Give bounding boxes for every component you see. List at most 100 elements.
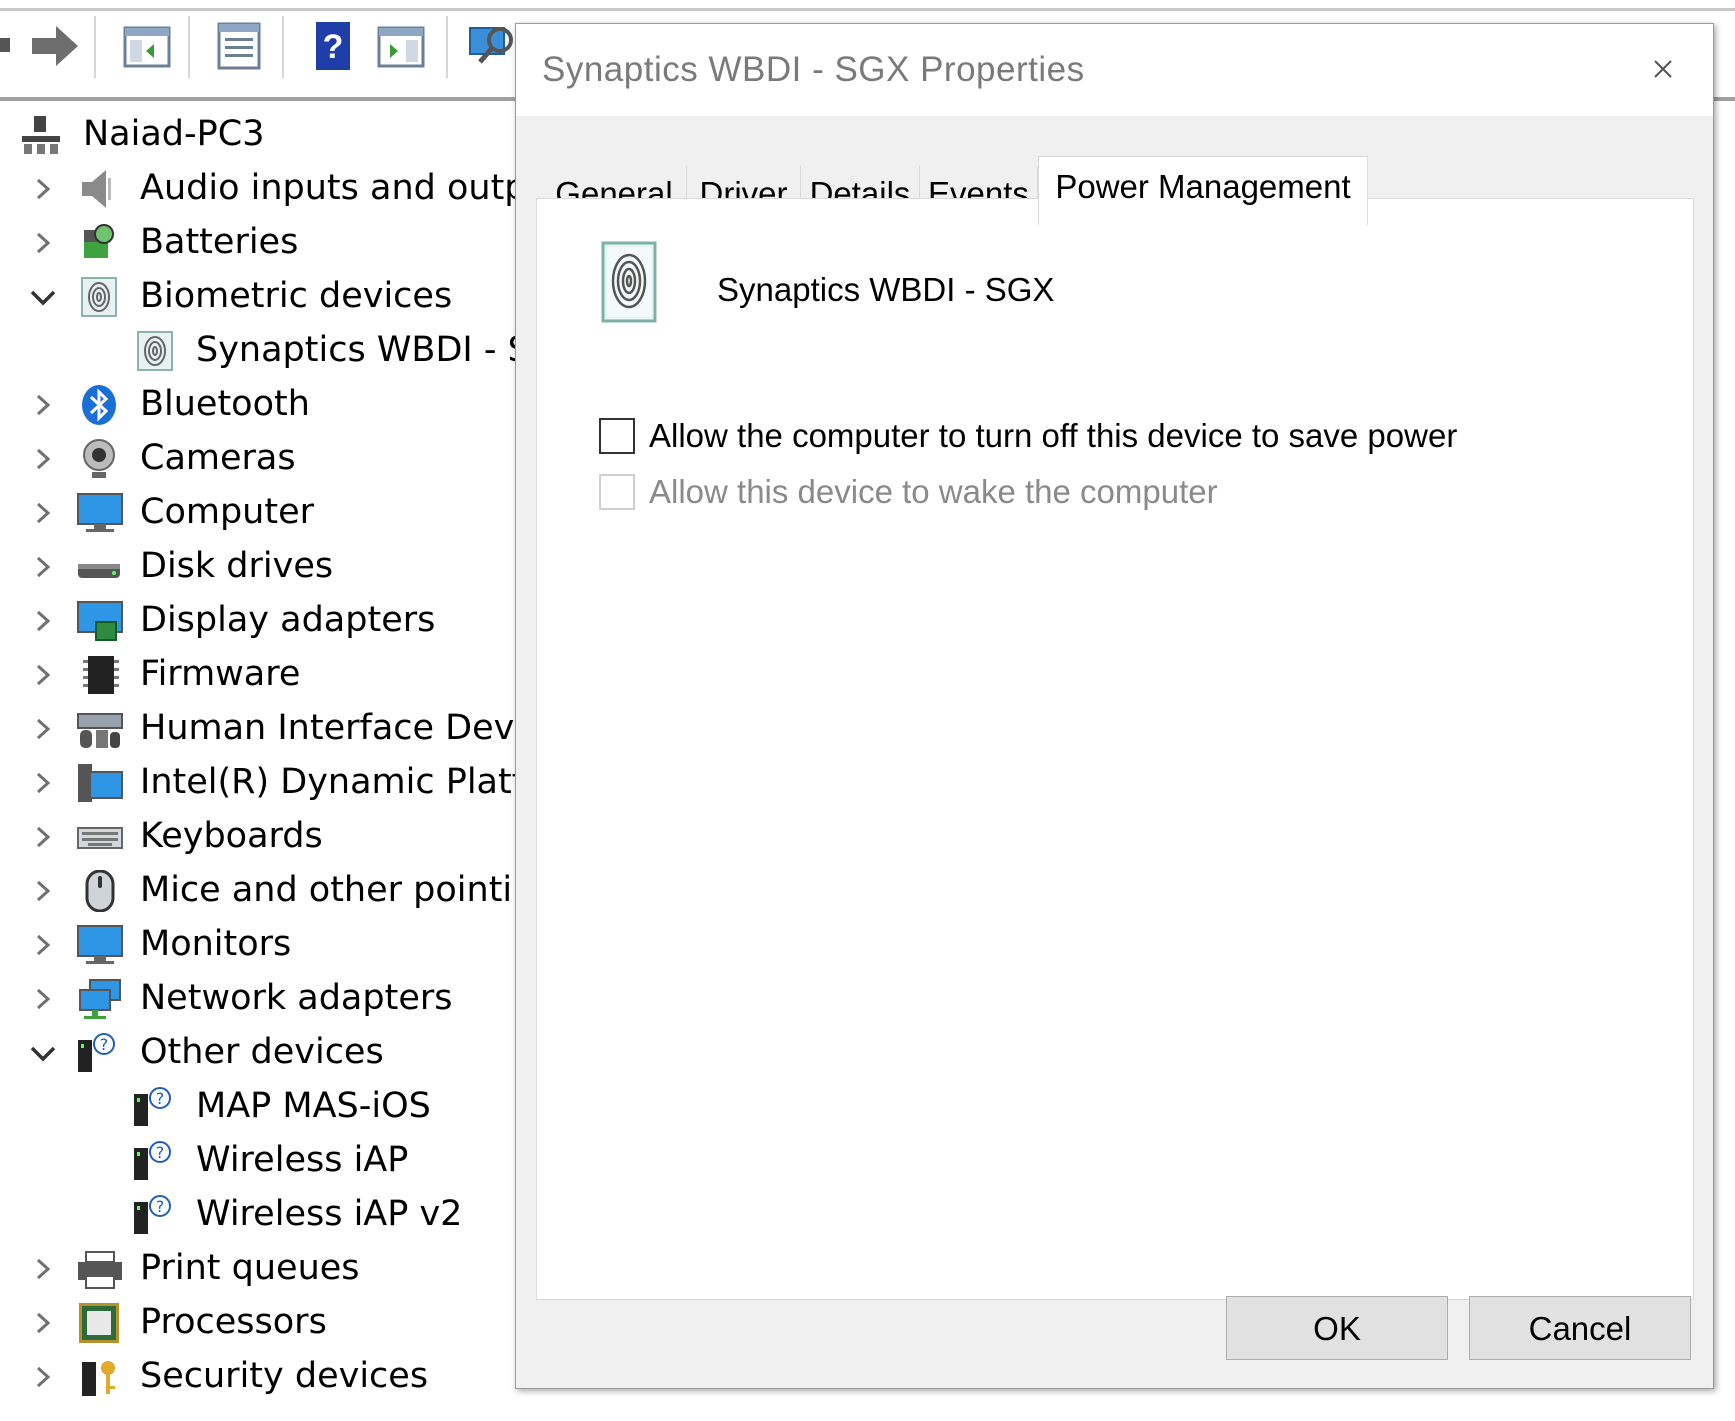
svg-text:?: ? bbox=[323, 28, 344, 66]
tree-item-monitors[interactable]: Monitors bbox=[0, 918, 520, 970]
chevron-down-icon[interactable] bbox=[28, 1038, 58, 1068]
tree-item-computer[interactable]: Computer bbox=[0, 486, 520, 538]
fingerprint-icon bbox=[81, 277, 117, 317]
forward-icon[interactable] bbox=[30, 20, 80, 72]
webcam-icon bbox=[83, 439, 115, 478]
tree-item-intel-dynamic-platform[interactable]: Intel(R) Dynamic Platform bbox=[0, 756, 520, 808]
allow-turn-off-label[interactable]: Allow the computer to turn off this devi… bbox=[649, 417, 1457, 455]
tree-item-display-adapters[interactable]: Display adapters bbox=[0, 594, 520, 646]
chevron-right-icon[interactable] bbox=[28, 984, 58, 1014]
battery-icon bbox=[84, 224, 114, 258]
back-icon[interactable] bbox=[0, 20, 14, 72]
chevron-right-icon[interactable] bbox=[28, 390, 58, 420]
action-pane-icon[interactable] bbox=[376, 20, 426, 72]
platform-device-icon bbox=[78, 764, 123, 802]
hid-icon bbox=[77, 713, 123, 748]
tree-root-label: Naiad-PC3 bbox=[83, 114, 265, 154]
chevron-right-icon[interactable] bbox=[28, 174, 58, 204]
scan-hardware-icon[interactable] bbox=[468, 20, 518, 72]
svg-text:?: ? bbox=[156, 1089, 165, 1108]
unknown-device-icon: ? bbox=[134, 1087, 171, 1126]
tree-item-cameras[interactable]: Cameras bbox=[0, 432, 520, 484]
bluetooth-icon bbox=[82, 385, 116, 425]
chip-icon bbox=[83, 656, 119, 694]
device-name: Synaptics WBDI - SGX bbox=[717, 271, 1055, 308]
chevron-right-icon[interactable] bbox=[28, 552, 58, 582]
monitor-icon bbox=[77, 493, 123, 532]
mouse-icon bbox=[85, 870, 115, 912]
tree-item-other-devices[interactable]: ? Other devices bbox=[0, 1026, 520, 1078]
chevron-right-icon[interactable] bbox=[28, 228, 58, 258]
power-management-panel: Synaptics WBDI - SGX Allow the computer … bbox=[536, 198, 1694, 1300]
allow-wake-checkbox[interactable] bbox=[599, 474, 635, 510]
tree-item-synaptics-wbdi-sgx[interactable]: Synaptics WBDI - SGX bbox=[0, 324, 520, 376]
ok-button[interactable]: OK bbox=[1226, 1296, 1448, 1360]
disk-drive-icon bbox=[78, 564, 120, 578]
tree-item-batteries[interactable]: Batteries bbox=[0, 216, 520, 268]
unknown-device-icon: ? bbox=[78, 1033, 115, 1072]
chevron-right-icon[interactable] bbox=[28, 1254, 58, 1284]
toolbar-top-border bbox=[0, 8, 1735, 11]
tree-item-print-queues[interactable]: Print queues bbox=[0, 1242, 520, 1294]
toolbar-separator bbox=[282, 16, 284, 78]
properties-icon[interactable] bbox=[214, 20, 264, 72]
chevron-right-icon[interactable] bbox=[28, 930, 58, 960]
chevron-right-icon[interactable] bbox=[28, 498, 58, 528]
cancel-button[interactable]: Cancel bbox=[1469, 1296, 1691, 1360]
tree-item-map-mas-ios[interactable]: ? MAP MAS-iOS bbox=[0, 1080, 520, 1132]
chevron-right-icon[interactable] bbox=[28, 714, 58, 744]
dialog-titlebar[interactable]: Synaptics WBDI - SGX Properties bbox=[516, 24, 1713, 116]
chevron-right-icon[interactable] bbox=[28, 606, 58, 636]
chevron-right-icon[interactable] bbox=[28, 876, 58, 906]
chevron-right-icon[interactable] bbox=[28, 822, 58, 852]
svg-text:?: ? bbox=[156, 1197, 165, 1216]
tree-root[interactable]: Naiad-PC3 bbox=[0, 108, 520, 160]
tree-item-audio-inputs-and-outputs[interactable]: Audio inputs and outputs bbox=[0, 162, 520, 214]
chevron-right-icon[interactable] bbox=[28, 1308, 58, 1338]
toolbar-separator bbox=[94, 16, 96, 78]
tree-item-processors[interactable]: Processors bbox=[0, 1296, 520, 1348]
tree-item-network-adapters[interactable]: Network adapters bbox=[0, 972, 520, 1024]
allow-turn-off-checkbox[interactable] bbox=[599, 418, 635, 454]
dialog-title: Synaptics WBDI - SGX Properties bbox=[542, 50, 1085, 89]
printer-icon bbox=[78, 1251, 122, 1289]
tree-item-wireless-iap[interactable]: ? Wireless iAP bbox=[0, 1134, 520, 1186]
chevron-down-icon[interactable] bbox=[28, 282, 58, 312]
chevron-right-icon[interactable] bbox=[28, 660, 58, 690]
tree-item-biometric-devices[interactable]: Biometric devices bbox=[0, 270, 520, 322]
tree-item-security-devices[interactable]: Security devices bbox=[0, 1350, 520, 1402]
tree-item-wireless-iap-v2[interactable]: ? Wireless iAP v2 bbox=[0, 1188, 520, 1240]
fingerprint-icon bbox=[601, 241, 657, 323]
close-icon[interactable] bbox=[1646, 52, 1680, 86]
unknown-device-icon: ? bbox=[134, 1195, 171, 1234]
speaker-icon bbox=[82, 170, 111, 208]
keyboard-icon bbox=[77, 827, 123, 849]
chevron-right-icon[interactable] bbox=[28, 444, 58, 474]
processor-icon bbox=[79, 1303, 119, 1343]
allow-wake-label[interactable]: Allow this device to wake the computer bbox=[649, 473, 1218, 511]
tree-item-mice-and-other-pointing[interactable]: Mice and other pointing bbox=[0, 864, 520, 916]
tree-item-human-interface-devices[interactable]: Human Interface Devices bbox=[0, 702, 520, 754]
properties-dialog: Synaptics WBDI - SGX Properties General … bbox=[515, 23, 1714, 1389]
toolbar-separator bbox=[188, 16, 190, 78]
help-icon[interactable]: ? bbox=[308, 20, 358, 72]
svg-text:?: ? bbox=[100, 1035, 109, 1054]
network-adapter-icon bbox=[79, 979, 121, 1019]
show-hide-console-tree-icon[interactable] bbox=[122, 20, 172, 72]
display-adapter-icon bbox=[77, 601, 123, 641]
svg-text:?: ? bbox=[156, 1143, 165, 1162]
unknown-device-icon: ? bbox=[134, 1141, 171, 1180]
computer-network-icon bbox=[22, 116, 60, 154]
toolbar-separator bbox=[446, 16, 448, 78]
security-key-icon bbox=[82, 1361, 115, 1396]
chevron-right-icon[interactable] bbox=[28, 1362, 58, 1392]
fingerprint-icon bbox=[137, 331, 173, 371]
tab-power-management[interactable]: Power Management bbox=[1038, 156, 1368, 225]
chevron-right-icon[interactable] bbox=[28, 768, 58, 798]
device-tree: Naiad-PC3 Audio inputs and outputs Batte… bbox=[0, 100, 520, 1421]
monitor-icon bbox=[77, 925, 123, 964]
tree-item-firmware[interactable]: Firmware bbox=[0, 648, 520, 700]
tree-item-bluetooth[interactable]: Bluetooth bbox=[0, 378, 520, 430]
tree-item-keyboards[interactable]: Keyboards bbox=[0, 810, 520, 862]
tree-item-disk-drives[interactable]: Disk drives bbox=[0, 540, 520, 592]
